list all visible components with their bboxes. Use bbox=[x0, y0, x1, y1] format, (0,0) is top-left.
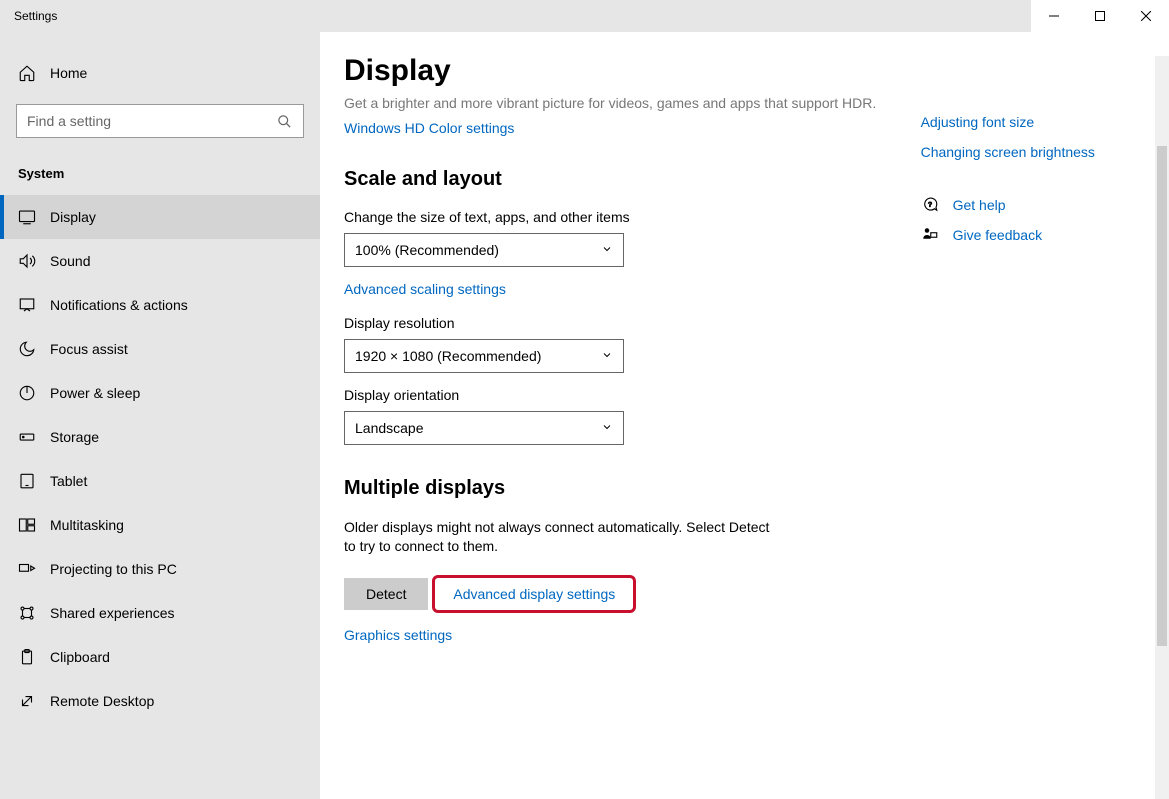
orientation-dropdown[interactable]: Landscape bbox=[344, 411, 624, 445]
multitasking-icon bbox=[18, 516, 36, 534]
scale-label: Change the size of text, apps, and other… bbox=[344, 209, 881, 225]
main-content: Display Get a brighter and more vibrant … bbox=[320, 32, 1169, 799]
notifications-icon bbox=[18, 296, 36, 314]
resolution-value: 1920 × 1080 (Recommended) bbox=[355, 348, 541, 364]
advanced-display-highlight: Advanced display settings bbox=[432, 575, 636, 613]
nav-item-focus-assist[interactable]: Focus assist bbox=[0, 327, 320, 371]
chevron-down-icon bbox=[601, 348, 613, 364]
home-icon bbox=[18, 64, 36, 82]
scale-value: 100% (Recommended) bbox=[355, 242, 499, 258]
feedback-icon bbox=[921, 226, 939, 244]
multiple-displays-heading: Multiple displays bbox=[344, 477, 881, 500]
nav-label: Sound bbox=[50, 253, 90, 269]
search-field[interactable] bbox=[27, 113, 276, 129]
nav-label: Projecting to this PC bbox=[50, 561, 177, 577]
adjusting-font-size-link[interactable]: Adjusting font size bbox=[921, 114, 1169, 130]
nav-item-remote-desktop[interactable]: Remote Desktop bbox=[0, 679, 320, 723]
nav-item-tablet[interactable]: Tablet bbox=[0, 459, 320, 503]
home-button[interactable]: Home bbox=[0, 56, 320, 90]
orientation-value: Landscape bbox=[355, 420, 424, 436]
storage-icon bbox=[18, 428, 36, 446]
minimize-button[interactable] bbox=[1031, 0, 1077, 32]
home-label: Home bbox=[50, 65, 87, 81]
content-column: Display Get a brighter and more vibrant … bbox=[344, 54, 881, 799]
page-title: Display bbox=[344, 54, 881, 88]
nav-label: Power & sleep bbox=[50, 385, 140, 401]
window-title: Settings bbox=[0, 9, 57, 23]
detect-button[interactable]: Detect bbox=[344, 578, 428, 610]
hd-color-link[interactable]: Windows HD Color settings bbox=[344, 120, 881, 136]
maximize-button[interactable] bbox=[1077, 0, 1123, 32]
tablet-icon bbox=[18, 472, 36, 490]
nav-item-power-sleep[interactable]: Power & sleep bbox=[0, 371, 320, 415]
multiple-displays-text: Older displays might not always connect … bbox=[344, 518, 784, 557]
titlebar: Settings bbox=[0, 0, 1169, 32]
nav-item-storage[interactable]: Storage bbox=[0, 415, 320, 459]
scale-dropdown[interactable]: 100% (Recommended) bbox=[344, 233, 624, 267]
svg-text:?: ? bbox=[928, 202, 932, 209]
window-controls bbox=[1031, 0, 1169, 32]
projecting-icon bbox=[18, 560, 36, 578]
nav-label: Tablet bbox=[50, 473, 87, 489]
get-help-link[interactable]: Get help bbox=[953, 197, 1006, 213]
nav-label: Shared experiences bbox=[50, 605, 175, 621]
nav-item-projecting[interactable]: Projecting to this PC bbox=[0, 547, 320, 591]
right-rail: Adjusting font size Changing screen brig… bbox=[921, 54, 1169, 799]
scale-layout-heading: Scale and layout bbox=[344, 168, 881, 191]
display-icon bbox=[18, 208, 36, 226]
clipboard-icon bbox=[18, 648, 36, 666]
nav-item-clipboard[interactable]: Clipboard bbox=[0, 635, 320, 679]
nav-item-display[interactable]: Display bbox=[0, 195, 320, 239]
sidebar: Home System Display Sound Notifications … bbox=[0, 32, 320, 799]
resolution-label: Display resolution bbox=[344, 315, 881, 331]
nav-label: Display bbox=[50, 209, 96, 225]
shared-icon bbox=[18, 604, 36, 622]
section-heading: System bbox=[0, 160, 320, 195]
nav-label: Focus assist bbox=[50, 341, 128, 357]
nav-item-notifications[interactable]: Notifications & actions bbox=[0, 283, 320, 327]
graphics-settings-link[interactable]: Graphics settings bbox=[344, 627, 881, 643]
search-icon bbox=[276, 112, 293, 130]
chevron-down-icon bbox=[601, 420, 613, 436]
get-help-row[interactable]: ? Get help bbox=[921, 196, 1169, 214]
give-feedback-row[interactable]: Give feedback bbox=[921, 226, 1169, 244]
scrollbar-thumb[interactable] bbox=[1157, 146, 1167, 646]
nav-label: Notifications & actions bbox=[50, 297, 188, 313]
nav-item-shared-experiences[interactable]: Shared experiences bbox=[0, 591, 320, 635]
get-help-icon: ? bbox=[921, 196, 939, 214]
nav-item-sound[interactable]: Sound bbox=[0, 239, 320, 283]
remote-desktop-icon bbox=[18, 692, 36, 710]
chevron-down-icon bbox=[601, 242, 613, 258]
nav-label: Remote Desktop bbox=[50, 693, 154, 709]
scrollbar[interactable] bbox=[1155, 56, 1169, 799]
orientation-label: Display orientation bbox=[344, 387, 881, 403]
resolution-dropdown[interactable]: 1920 × 1080 (Recommended) bbox=[344, 339, 624, 373]
give-feedback-link[interactable]: Give feedback bbox=[953, 227, 1043, 243]
advanced-display-link[interactable]: Advanced display settings bbox=[453, 586, 615, 602]
nav-item-multitasking[interactable]: Multitasking bbox=[0, 503, 320, 547]
close-button[interactable] bbox=[1123, 0, 1169, 32]
focus-assist-icon bbox=[18, 340, 36, 358]
sound-icon bbox=[18, 252, 36, 270]
nav-label: Multitasking bbox=[50, 517, 124, 533]
changing-brightness-link[interactable]: Changing screen brightness bbox=[921, 144, 1169, 160]
hdr-description: Get a brighter and more vibrant picture … bbox=[344, 94, 881, 114]
nav-label: Storage bbox=[50, 429, 99, 445]
nav-label: Clipboard bbox=[50, 649, 110, 665]
search-input[interactable] bbox=[16, 104, 304, 138]
power-icon bbox=[18, 384, 36, 402]
advanced-scaling-link[interactable]: Advanced scaling settings bbox=[344, 281, 881, 297]
